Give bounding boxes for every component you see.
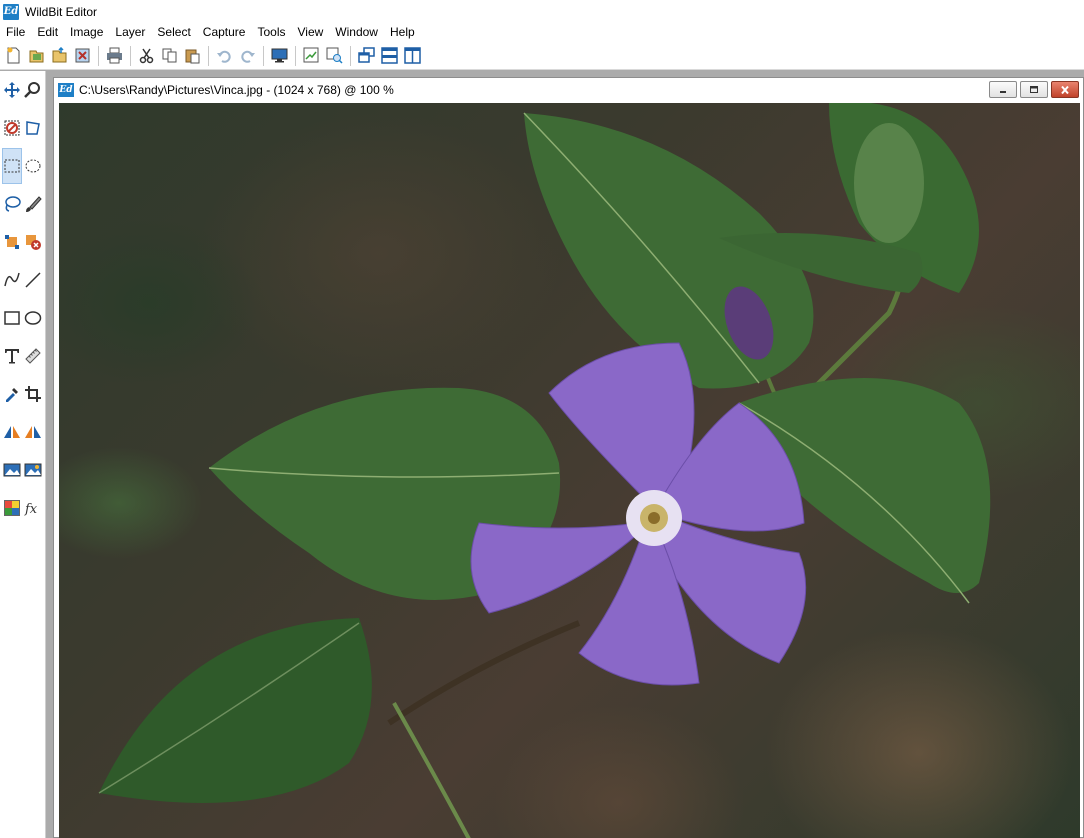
curve-icon[interactable] [2,270,22,290]
tool-row [0,147,45,185]
ruler-icon[interactable] [23,346,43,366]
tool-row [0,299,45,337]
menu-help[interactable]: Help [384,23,421,42]
menu-bar: File Edit Image Layer Select Capture Too… [0,23,1084,42]
menu-layer[interactable]: Layer [109,23,151,42]
new-icon[interactable] [2,45,24,67]
undo-icon[interactable] [213,45,235,67]
menu-file[interactable]: File [0,23,31,42]
perspective-icon[interactable] [23,118,43,138]
zoom-fit-icon[interactable] [300,45,322,67]
toolbar-separator [130,45,131,66]
zoom-actual-icon[interactable] [323,45,345,67]
cut-icon[interactable] [135,45,157,67]
eyedropper-icon[interactable] [2,384,22,404]
effects-icon[interactable]: fx [23,498,43,518]
tile-horizontal-icon[interactable] [378,45,400,67]
menu-edit[interactable]: Edit [31,23,64,42]
toolbar-separator [295,45,296,66]
minimize-button[interactable] [989,81,1017,98]
zoom-icon[interactable] [23,80,43,100]
title-bar: Ed WildBit Editor [0,0,1084,23]
vinca-photo [98,103,991,838]
tool-row [0,261,45,299]
screen-capture-icon[interactable] [268,45,290,67]
tool-row [0,223,45,261]
open-folder-icon[interactable] [48,45,70,67]
move-icon[interactable] [2,80,22,100]
document-icon: Ed [58,83,74,97]
document-window: Ed C:\Users\Randy\Pictures\Vinca.jpg - (… [53,77,1084,838]
select-shape-icon[interactable] [2,232,22,252]
toolbar-separator [208,45,209,66]
restore-button[interactable] [1020,81,1048,98]
flip-vertical-icon[interactable] [23,422,43,442]
rectangle-icon[interactable] [2,308,22,328]
toolbar-separator [263,45,264,66]
main-toolbar [0,42,1084,70]
menu-view[interactable]: View [292,23,330,42]
tool-row [0,109,45,147]
image-canvas[interactable] [59,103,1080,838]
crop-icon[interactable] [23,384,43,404]
document-titlebar: Ed C:\Users\Randy\Pictures\Vinca.jpg - (… [54,78,1083,102]
lasso-icon[interactable] [2,194,22,214]
tool-row [0,337,45,375]
image-adjust-icon[interactable] [2,460,22,480]
delete-shape-icon[interactable] [23,232,43,252]
tool-row [0,413,45,451]
text-icon[interactable] [2,346,22,366]
menu-tools[interactable]: Tools [251,23,291,42]
line-icon[interactable] [23,270,43,290]
toolbar-separator [350,45,351,66]
redo-icon[interactable] [236,45,258,67]
brush-icon[interactable] [23,194,43,214]
app-logo-icon: Ed [3,3,19,20]
menu-window[interactable]: Window [329,23,384,42]
print-icon[interactable] [103,45,125,67]
menu-select[interactable]: Select [151,23,196,42]
menu-image[interactable]: Image [64,23,109,42]
close-button[interactable] [1051,81,1079,98]
tool-panel: fx [0,71,46,838]
menu-capture[interactable]: Capture [197,23,252,42]
ellipse-icon[interactable] [23,308,43,328]
svg-text:fx: fx [24,502,38,517]
tool-row: fx [0,489,45,527]
window-controls [989,81,1079,98]
color-palette-icon[interactable] [2,498,22,518]
tool-row [0,71,45,109]
cascade-icon[interactable] [355,45,377,67]
tile-vertical-icon[interactable] [401,45,423,67]
close-image-icon[interactable] [71,45,93,67]
close-icon [1061,85,1069,94]
copy-icon[interactable] [158,45,180,67]
minimize-icon [1000,90,1006,93]
image-resize-icon[interactable] [23,460,43,480]
no-select-icon[interactable] [2,118,22,138]
tool-row [0,185,45,223]
open-icon[interactable] [25,45,47,67]
rect-select-icon[interactable] [2,148,22,184]
toolbar-separator [98,45,99,66]
app-title: WildBit Editor [25,4,98,19]
flip-horizontal-icon[interactable] [2,422,22,442]
tool-row [0,451,45,489]
restore-icon [1030,85,1038,93]
paste-icon[interactable] [181,45,203,67]
tool-row [0,375,45,413]
document-title: C:\Users\Randy\Pictures\Vinca.jpg - (102… [79,83,394,97]
ellipse-select-icon[interactable] [23,156,43,176]
